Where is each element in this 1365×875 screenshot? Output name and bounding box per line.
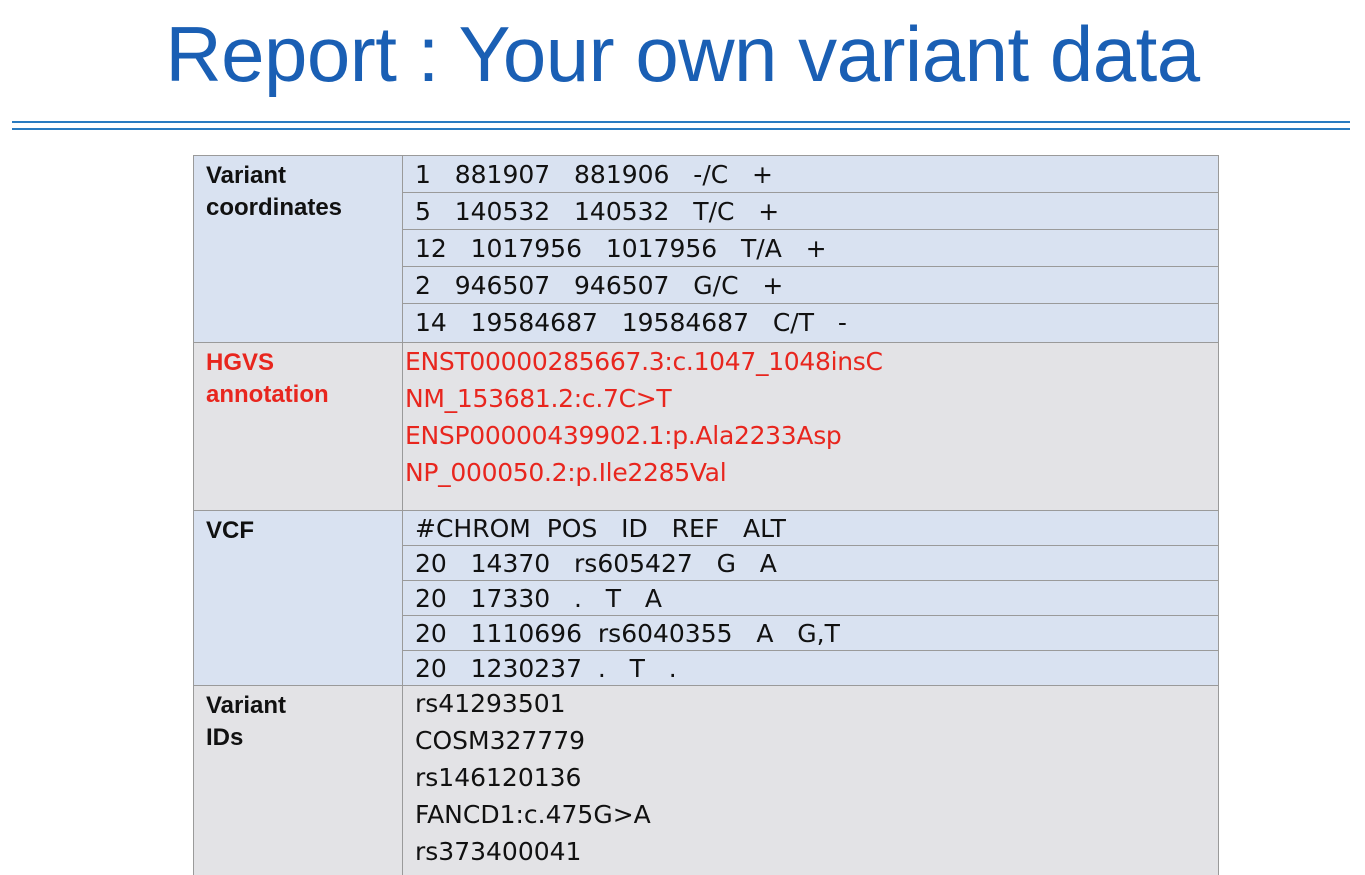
section-label-variant-coordinates: Variant coordinates — [194, 156, 403, 343]
variant-id-row: FANCD1:c.475G>A — [415, 800, 651, 829]
section-vcf: VCF #CHROM POS ID REF ALT 20 14370 rs605… — [193, 510, 1219, 686]
page-title: Report : Your own variant data — [165, 10, 1200, 98]
variant-id-row: rs41293501 — [415, 689, 566, 718]
vcf-row: 20 14370 rs605427 G A — [403, 546, 1218, 581]
hgvs-row: ENSP00000439902.1:p.Ala2233Asp — [405, 421, 842, 450]
vcf-row: 20 1230237 . T . — [415, 654, 677, 683]
variant-ids-values: rs41293501 COSM327779 rs146120136 FANCD1… — [403, 686, 1218, 875]
section-label-hgvs-annotation: HGVS annotation — [194, 343, 403, 510]
hgvs-row: NP_000050.2:p.Ile2285Val — [405, 458, 727, 487]
variant-id-row: COSM327779 — [415, 726, 586, 755]
vcf-header-row: #CHROM POS ID REF ALT — [403, 511, 1218, 546]
slide: Report : Your own variant data Variant c… — [0, 0, 1365, 875]
coordinate-row: 2 946507 946507 G/C + — [403, 267, 1218, 304]
coordinate-row: 1 881907 881906 -/C + — [403, 156, 1218, 193]
variant-input-table: Variant coordinates 1 881907 881906 -/C … — [193, 155, 1219, 875]
variant-id-row: rs146120136 — [415, 763, 582, 792]
vcf-values: #CHROM POS ID REF ALT 20 14370 rs605427 … — [403, 511, 1218, 686]
coordinate-row: 5 140532 140532 T/C + — [403, 193, 1218, 230]
section-variant-coordinates: Variant coordinates 1 881907 881906 -/C … — [193, 155, 1219, 343]
variant-id-row: rs373400041 — [415, 837, 582, 866]
variant-coordinates-values: 1 881907 881906 -/C + 5 140532 140532 T/… — [403, 156, 1218, 343]
coordinate-row: 12 1017956 1017956 T/A + — [403, 230, 1218, 267]
vcf-row: 20 1110696 rs6040355 A G,T — [403, 616, 1218, 651]
section-hgvs-annotation: HGVS annotation ENST00000285667.3:c.1047… — [193, 342, 1219, 510]
section-label-variant-ids: Variant IDs — [194, 686, 403, 875]
vcf-row: 20 17330 . T A — [403, 581, 1218, 616]
hgvs-row: NM_153681.2:c.7C>T — [405, 384, 672, 413]
hgvs-annotation-values: ENST00000285667.3:c.1047_1048insC NM_153… — [403, 343, 1218, 510]
hgvs-row: ENST00000285667.3:c.1047_1048insC — [405, 347, 883, 376]
section-label-vcf: VCF — [194, 511, 403, 686]
title-divider-bottom — [12, 128, 1350, 130]
title-divider-top — [12, 121, 1350, 123]
coordinate-row: 14 19584687 19584687 C/T - — [415, 308, 847, 337]
section-variant-ids: Variant IDs rs41293501 COSM327779 rs1461… — [193, 685, 1219, 875]
